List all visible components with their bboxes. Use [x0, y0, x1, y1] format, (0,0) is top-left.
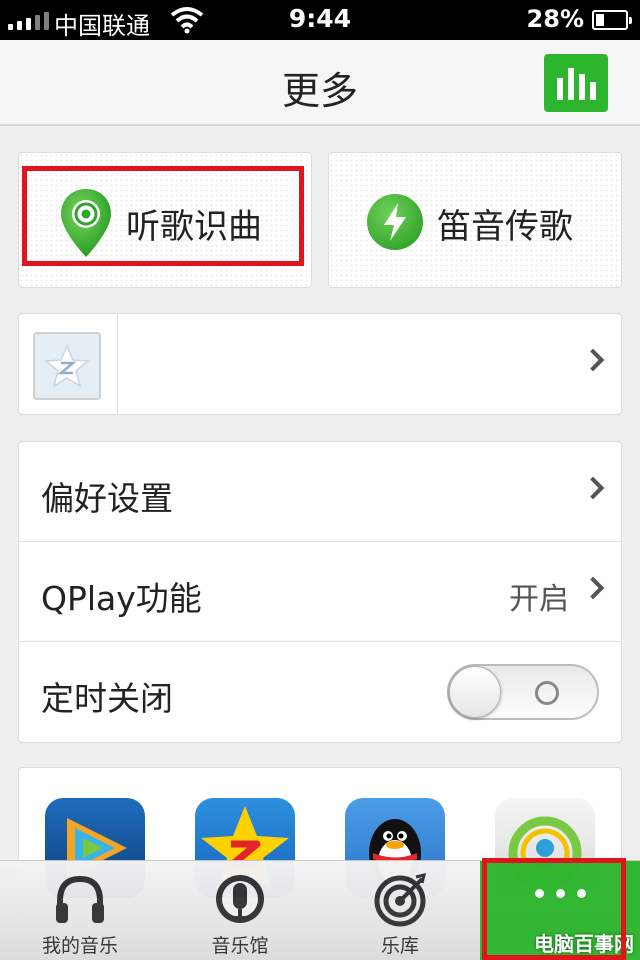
chevron-right-icon	[581, 476, 605, 500]
highlight-box-more	[482, 858, 626, 960]
chevron-right-icon	[581, 576, 605, 600]
battery-icon	[592, 10, 632, 30]
whistle-transfer-label: 笛音传歌	[437, 207, 573, 247]
qq-music-star-icon	[33, 332, 101, 400]
tab-my-music[interactable]: 我的音乐	[0, 861, 160, 960]
battery-percent: 28%	[526, 5, 584, 33]
tab-label: 音乐馆	[211, 935, 269, 957]
status-bar: 中国联通 9:44 28%	[0, 0, 640, 40]
lightning-icon	[367, 194, 423, 250]
headphones-icon	[56, 875, 104, 923]
tab-music-hall[interactable]: 音乐馆	[160, 861, 320, 960]
chevron-right-icon	[581, 348, 605, 372]
nav-bar: 更多	[0, 40, 640, 126]
toggle-knob	[449, 666, 501, 718]
toggle-off-indicator	[535, 681, 559, 705]
tab-library[interactable]: 乐库	[320, 861, 480, 960]
target-icon	[374, 872, 427, 927]
sleep-timer-label: 定时关闭	[41, 679, 173, 718]
qplay-label: QPlay功能	[41, 579, 202, 618]
profile-row[interactable]	[18, 313, 622, 415]
highlight-box-recognition	[22, 166, 304, 266]
qplay-row[interactable]: QPlay功能 开启	[19, 542, 621, 642]
profile-divider	[117, 314, 118, 414]
preferences-label: 偏好设置	[41, 479, 173, 518]
tab-label: 我的音乐	[41, 935, 118, 957]
equalizer-icon[interactable]	[544, 54, 608, 112]
sleep-timer-row: 定时关闭	[19, 642, 621, 742]
microphone-icon	[216, 875, 264, 923]
settings-list: 偏好设置 QPlay功能 开启 定时关闭	[18, 441, 622, 743]
qplay-status: 开启	[509, 582, 569, 617]
tab-label: 乐库	[380, 935, 419, 957]
sleep-timer-toggle[interactable]	[447, 664, 599, 720]
preferences-row[interactable]: 偏好设置	[19, 442, 621, 542]
